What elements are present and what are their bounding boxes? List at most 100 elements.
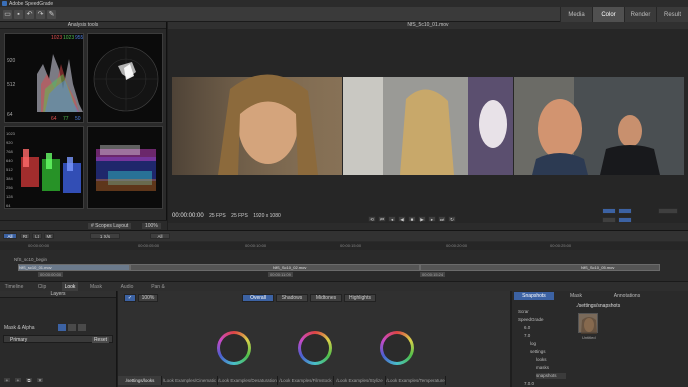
gain-color-wheel[interactable] [380,331,414,365]
2up-view-button[interactable] [602,217,616,223]
playback-speed[interactable]: 1 X/s [90,233,120,239]
enable-toggle[interactable]: ✓ [124,294,136,302]
snapshots-panel: Snapshots Mask Annotations ./settings/sn… [512,291,688,387]
redo-icon[interactable]: ↷ [36,10,45,19]
timeline-ruler[interactable]: 00:00:00:00 00:00:05:00 00:00:10:00 00:0… [0,242,688,250]
3up-view-button[interactable] [618,217,632,223]
stop-icon[interactable]: ■ [408,216,416,222]
step-forward-icon[interactable]: ▸ [428,216,436,222]
undo-icon[interactable]: ↶ [25,10,34,19]
tab-overall[interactable]: Overall [242,294,274,302]
mask-alpha-label: Mask & Alpha [4,325,35,331]
look-tab-temperature[interactable]: /Look Examples/Temperature [386,376,446,385]
folder-looks[interactable]: looks [536,357,547,363]
folder-speedgrade[interactable]: SpeedGrade [518,317,544,323]
scope-label-mid: 512 [7,82,16,88]
viewer-info: 00:00:00:00 25 FPS 25 FPS 1920 x 1080 [172,213,281,219]
layer-mask-icon[interactable] [78,324,86,331]
waveform-scope [87,126,163,209]
folder-snapshots[interactable]: snapshots [536,373,566,379]
wrench-icon[interactable]: ✎ [47,10,56,19]
prev-clip-icon[interactable]: ⏮ [378,216,386,222]
layer-lock-icon[interactable] [68,324,76,331]
play-icon[interactable]: ▶ [418,216,426,222]
add-layer-icon-2[interactable]: + [14,377,22,383]
resolution-display: 1920 x 1080 [253,213,281,219]
viewer-canvas[interactable]: 00:00:00:00 25 FPS 25 FPS 1920 x 1080 [168,29,688,223]
fit-select[interactable] [658,208,678,214]
fps-display-1: 25 FPS [209,213,226,219]
tab-color[interactable]: Color [592,7,624,22]
all-button[interactable]: All [3,233,17,239]
next-clip-icon[interactable]: ⏭ [438,216,446,222]
tab-annotations[interactable]: Annotations [602,292,652,300]
gamma-color-wheel[interactable] [298,331,332,365]
split-view-button[interactable] [618,208,632,214]
mt-button[interactable]: Mt [44,233,54,239]
bottom-tabs: Timeline Clip Look Mask Audio Pan & Scan [0,281,688,300]
rt-button[interactable]: Rt [20,233,30,239]
timeline-toolbar: All Rt Lt Mt 1 X/s All [0,231,688,241]
tab-media[interactable]: Media [560,7,592,22]
histogram-graph [37,54,83,112]
scope-bottom-blue: 50 [75,116,81,122]
layer-eye-icon[interactable] [58,324,66,331]
zoom-select[interactable]: 100% [138,294,158,302]
reset-button[interactable]: Reset [91,337,109,343]
delete-layer-icon[interactable]: ✕ [36,377,44,383]
view-mode-buttons [600,208,680,228]
scope-value-green: 1023 [63,35,75,41]
layers-footer: + + ⧉ ✕ [3,377,44,383]
refresh-icon[interactable]: ↻ [448,216,456,222]
clip-3[interactable]: NfS_Sc10_05.mov [420,264,660,271]
primary-layer-row[interactable]: Primary Reset [3,335,113,343]
folder-6-0[interactable]: 6.0 [524,325,530,331]
track-name: NfS_sc10_begin [14,257,48,262]
fps-display-2: 25 FPS [231,213,248,219]
play-reverse-icon[interactable]: ◀ [398,216,406,222]
layers-title: Layers [0,291,116,298]
lt-button[interactable]: Lt [32,233,42,239]
tab-mask[interactable]: Mask [556,292,596,300]
offset-color-wheel[interactable] [217,331,251,365]
folder-masks[interactable]: masks [536,365,549,371]
scopes-layout-select[interactable]: # Scopes Layout [88,223,132,229]
look-tab-cinematic[interactable]: /Look Examples/Cinematic [162,376,218,385]
add-layer-icon[interactable]: + [3,377,11,383]
clip-2[interactable]: NfS_Sc10_02.mov [130,264,420,271]
look-tab-desaturation[interactable]: /Look Examples/Desaturation [218,376,278,385]
single-view-button[interactable] [602,208,616,214]
folder-settings[interactable]: settings [530,349,546,355]
tab-render[interactable]: Render [624,7,656,22]
copy-icon[interactable]: ⧉ [25,377,33,383]
clip-1[interactable]: NfS_sc10_01.mov [18,264,130,271]
viewer-panel: NfS_5c10_01.mov 00:00:00:00 25 FPS 25 FP… [168,22,688,230]
folder-scrar[interactable]: Scrar [518,309,529,315]
scopes-zoom-select[interactable]: 100% [142,223,161,229]
folder-tree: Scrar SpeedGrade 6.0 7.0 log settings lo… [514,303,570,387]
scope-bottom-green: 77 [63,116,69,122]
tab-highlights[interactable]: Highlights [344,294,376,302]
loop-icon[interactable]: ⟲ [368,216,376,222]
folder-7-0[interactable]: 7.0 [524,333,530,339]
layers-panel: Layers Mask & Alpha Primary Reset + + ⧉ … [0,291,117,387]
vectorscope [87,33,163,123]
save-icon[interactable]: ▪ [14,10,23,19]
all2-button[interactable]: All [150,233,170,239]
snapshot-thumbnail[interactable] [578,313,598,334]
parade-graph [21,149,81,193]
tab-shadows[interactable]: Shadows [276,294,308,302]
title-bar: Adobe SpeedGrade [0,0,688,7]
folder-icon[interactable]: ▭ [3,10,12,19]
tab-snapshots[interactable]: Snapshots [514,292,554,300]
clip-time-3: 00:00:15:24 [420,272,446,277]
look-tab-stylize[interactable]: /Look Examples/Stylize [334,376,386,385]
look-tab-settings[interactable]: ./settings/looks [118,376,162,385]
look-tab-filmstock[interactable]: /Look Examples/Filmstock [278,376,334,385]
step-back-icon[interactable]: ◂ [388,216,396,222]
folder-log[interactable]: log [530,341,536,347]
snapshots-path: ./settings/snapshots [576,303,621,309]
folder-7-0-0[interactable]: 7.0.0 [524,381,534,387]
tab-result[interactable]: Result [656,7,688,22]
tab-midtones[interactable]: Midtones [310,294,342,302]
